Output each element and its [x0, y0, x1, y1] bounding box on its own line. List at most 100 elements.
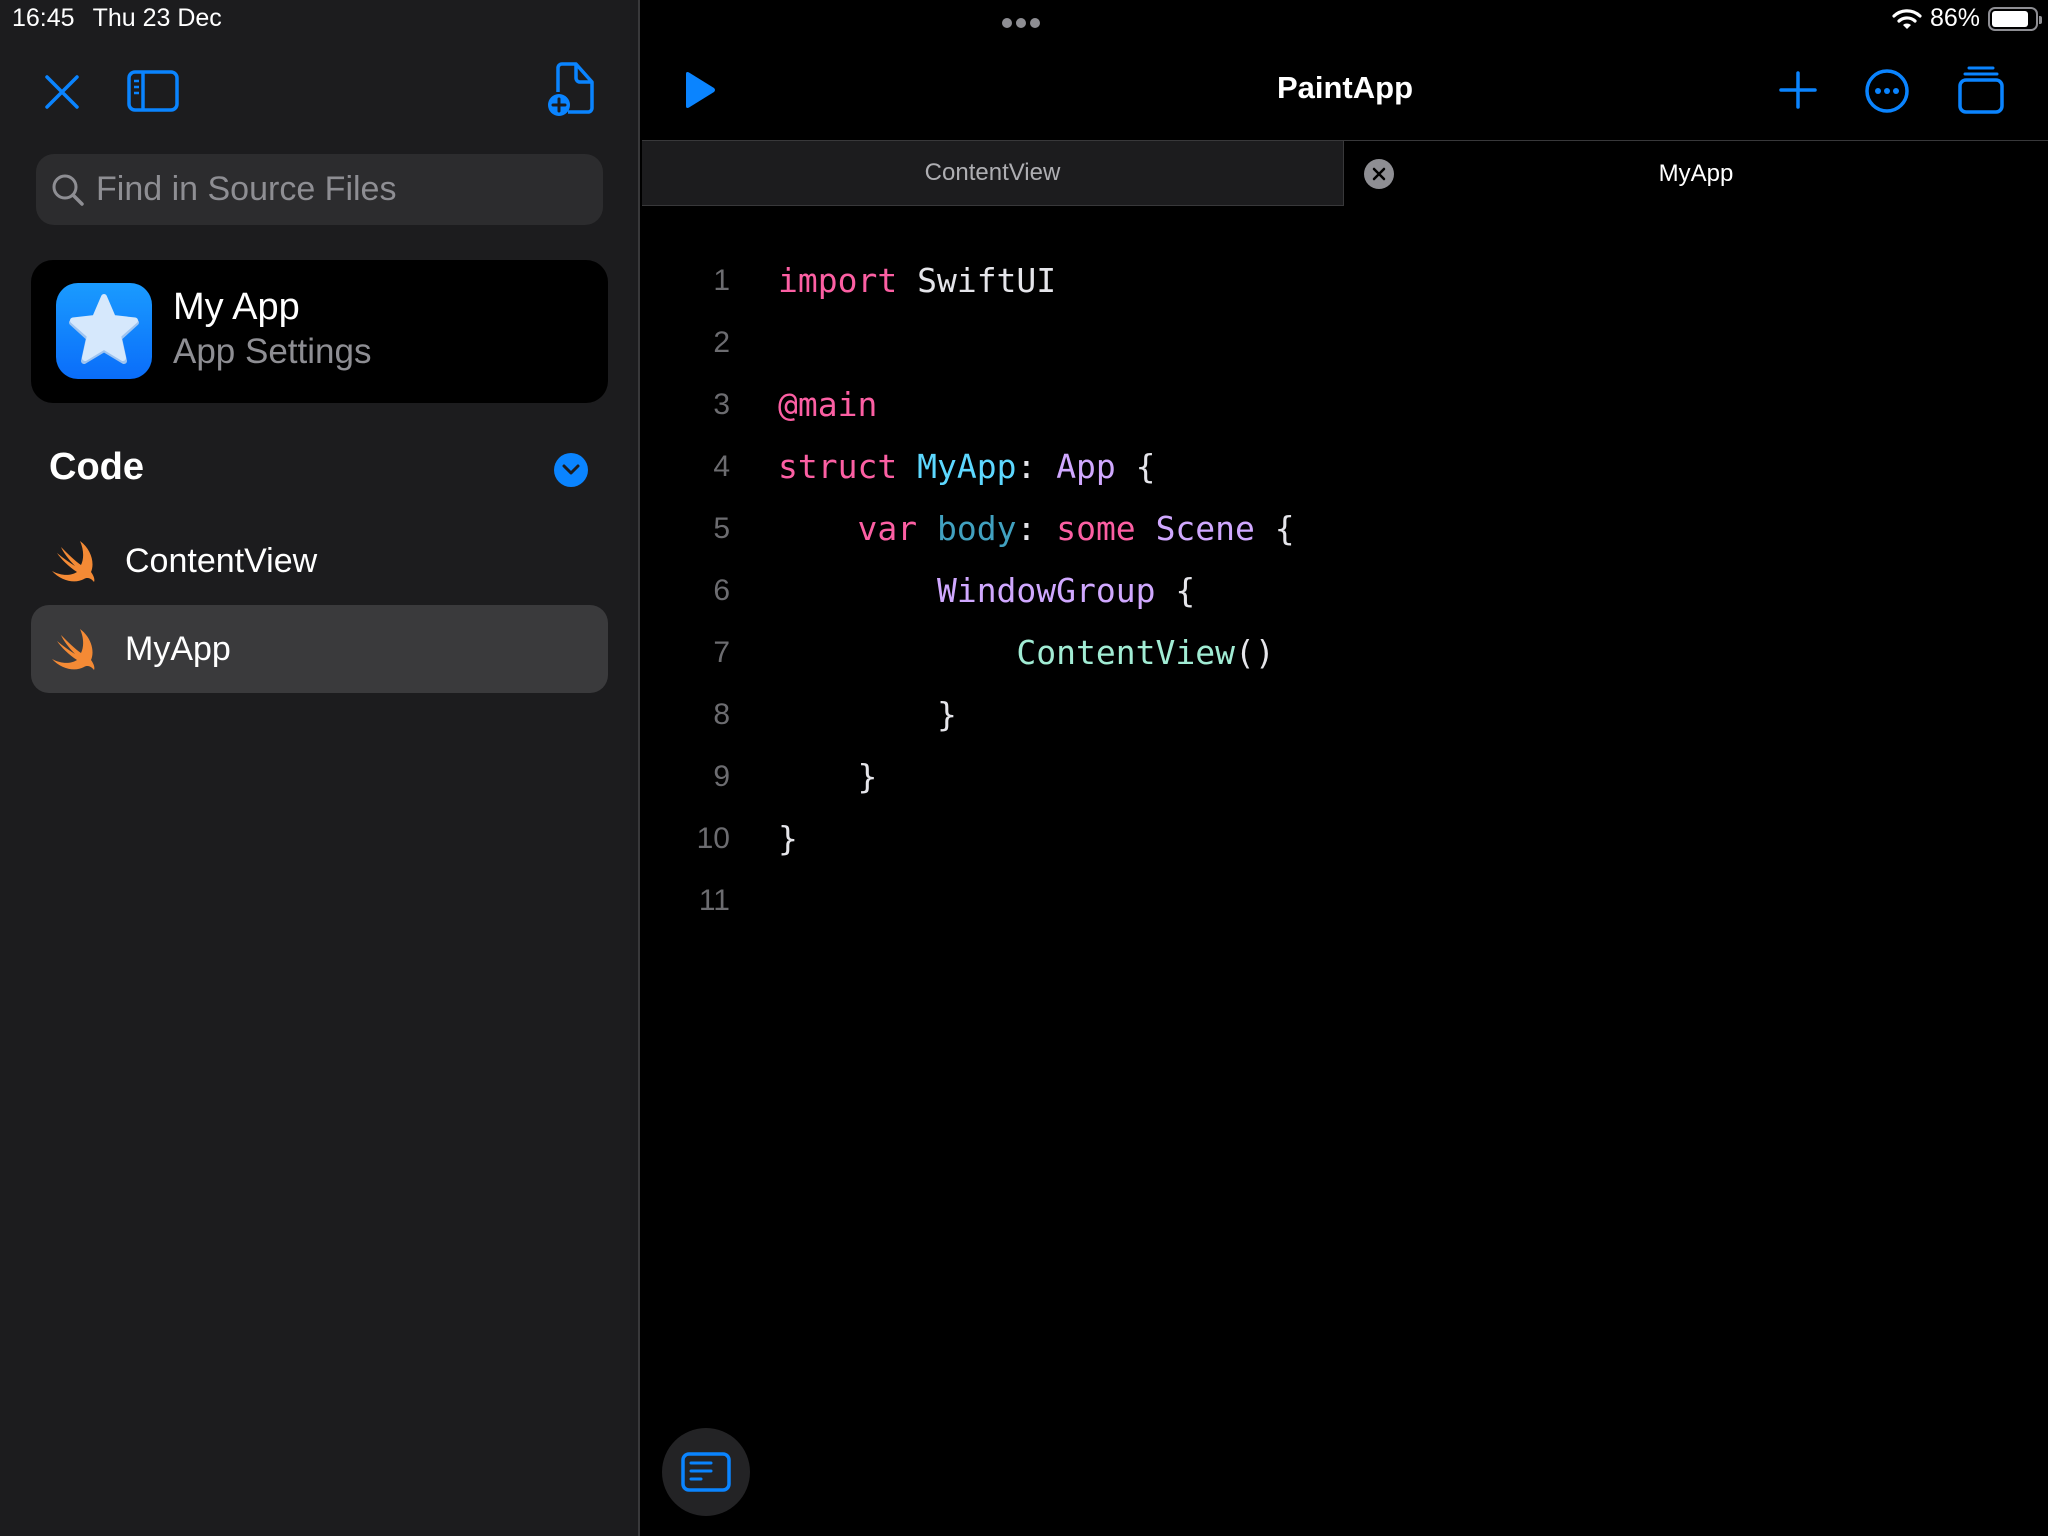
more-button[interactable] — [1863, 67, 1911, 115]
line-number: 6 — [713, 574, 730, 607]
tab-label: ContentView — [924, 159, 1061, 186]
code-line[interactable]: 7 ContentView() — [642, 622, 2048, 684]
swift-icon — [52, 629, 95, 670]
line-number: 7 — [713, 636, 730, 669]
line-source: @main — [778, 374, 877, 436]
line-source: struct MyApp: App { — [778, 436, 1156, 498]
code-token-plain: : — [1016, 447, 1057, 486]
sidebar: 16:45 Thu 23 Dec Find in Source Files My… — [0, 0, 640, 1536]
new-file-icon — [548, 62, 594, 116]
new-file-button[interactable] — [546, 62, 598, 118]
line-source: WindowGroup { — [778, 560, 1195, 622]
tab-bar: ContentView MyApp — [642, 140, 2048, 206]
status-bar-left: 16:45 Thu 23 Dec — [12, 4, 240, 33]
battery-level — [1992, 10, 2029, 27]
line-number: 1 — [713, 264, 730, 297]
plus-icon — [1779, 71, 1817, 109]
close-tab-button[interactable] — [1364, 159, 1394, 189]
search-field[interactable] — [36, 154, 603, 225]
app-settings-card[interactable]: My App App Settings — [31, 260, 608, 403]
toggle-sidebar-button[interactable] — [126, 68, 180, 114]
code-line[interactable]: 10} — [642, 808, 2048, 870]
code-line[interactable]: 3 @main — [642, 374, 2048, 436]
battery-percent: 86% — [1929, 4, 1980, 32]
code-section-title: Code — [49, 446, 144, 488]
code-token-plain: () — [1234, 633, 1275, 672]
sidebar-toggle-icon — [127, 70, 179, 112]
code-line[interactable]: 8 } — [642, 684, 2048, 746]
code-token-call: ContentView — [1016, 633, 1235, 672]
multitasking-handle[interactable] — [1002, 18, 1040, 28]
collapse-section-button[interactable] — [554, 453, 588, 487]
code-token-ptype: Scene — [1155, 509, 1255, 548]
code-token-plain: { — [1115, 447, 1156, 486]
app-subtitle: App Settings — [173, 332, 372, 371]
code-line[interactable]: 11 — [642, 870, 2048, 932]
search-icon — [52, 174, 84, 206]
line-source: } — [778, 746, 877, 808]
status-date: Thu 23 Dec — [92, 4, 222, 32]
windows-button[interactable] — [1956, 65, 2006, 115]
code-token-plain: { — [1254, 509, 1295, 548]
console-icon — [681, 1452, 731, 1492]
code-token-plain: } — [778, 695, 957, 734]
code-token-plain: } — [778, 819, 798, 858]
console-button[interactable] — [662, 1428, 750, 1516]
code-token-kw: import — [778, 261, 898, 300]
code-token-plain: } — [778, 757, 878, 796]
close-button[interactable] — [40, 70, 84, 114]
code-token-kw: struct — [778, 447, 898, 486]
code-token-kw: var — [857, 509, 918, 548]
line-number: 9 — [713, 760, 730, 793]
ellipsis-circle-icon — [1865, 69, 1909, 113]
tab-label: MyApp — [1658, 159, 1734, 187]
code-line[interactable]: 4 struct MyApp: App { — [642, 436, 2048, 498]
code-line[interactable]: 2 — [642, 312, 2048, 374]
search-input[interactable] — [96, 170, 576, 209]
line-source: import SwiftUI — [778, 250, 1056, 312]
status-time: 16:45 — [12, 4, 75, 32]
file-item-contentview[interactable]: ContentView — [31, 517, 608, 605]
line-number: 8 — [713, 698, 730, 731]
status-bar-right: 86% — [1892, 4, 2042, 33]
code-token-ptype: App — [1056, 447, 1116, 486]
stacked-windows-icon — [1958, 66, 2004, 114]
code-editor[interactable]: 1 import SwiftUI 2 3 @main 4 struct MyApp: App… — [642, 250, 2048, 932]
code-token-plain: { — [1155, 571, 1196, 610]
line-number: 2 — [713, 326, 730, 359]
code-token-kw: some — [1056, 509, 1136, 548]
line-source: } — [778, 684, 957, 746]
code-token-type: MyApp — [917, 447, 1017, 486]
swift-icon — [52, 541, 95, 582]
file-item-myapp[interactable]: MyApp — [31, 605, 608, 693]
line-number: 5 — [713, 512, 730, 545]
code-line[interactable]: 9 } — [642, 746, 2048, 808]
line-number: 4 — [713, 450, 730, 483]
close-icon — [1372, 167, 1386, 181]
close-icon — [45, 75, 79, 109]
add-button[interactable] — [1776, 68, 1820, 112]
line-number: 11 — [698, 884, 730, 917]
line-source: ContentView() — [778, 622, 1275, 684]
code-line[interactable]: 6 WindowGroup { — [642, 560, 2048, 622]
code-line[interactable]: 1 import SwiftUI — [642, 250, 2048, 312]
tab-contentview[interactable]: ContentView — [642, 141, 1344, 206]
code-token-plain: : — [1016, 509, 1057, 548]
code-line[interactable]: 5 var body: some Scene { — [642, 498, 2048, 560]
wifi-icon — [1892, 8, 1922, 29]
app-name: My App — [173, 286, 300, 328]
code-token-ptype: WindowGroup — [936, 571, 1156, 610]
line-number: 10 — [696, 822, 730, 855]
tab-myapp[interactable]: MyApp — [1344, 141, 2048, 206]
line-source: var body: some Scene { — [778, 498, 1295, 560]
code-token-prop: body — [936, 509, 1017, 548]
file-name: ContentView — [125, 541, 318, 580]
editor: 86% PaintApp ContentView MyApp 1 import … — [642, 0, 2048, 1536]
file-name: MyApp — [125, 629, 231, 668]
